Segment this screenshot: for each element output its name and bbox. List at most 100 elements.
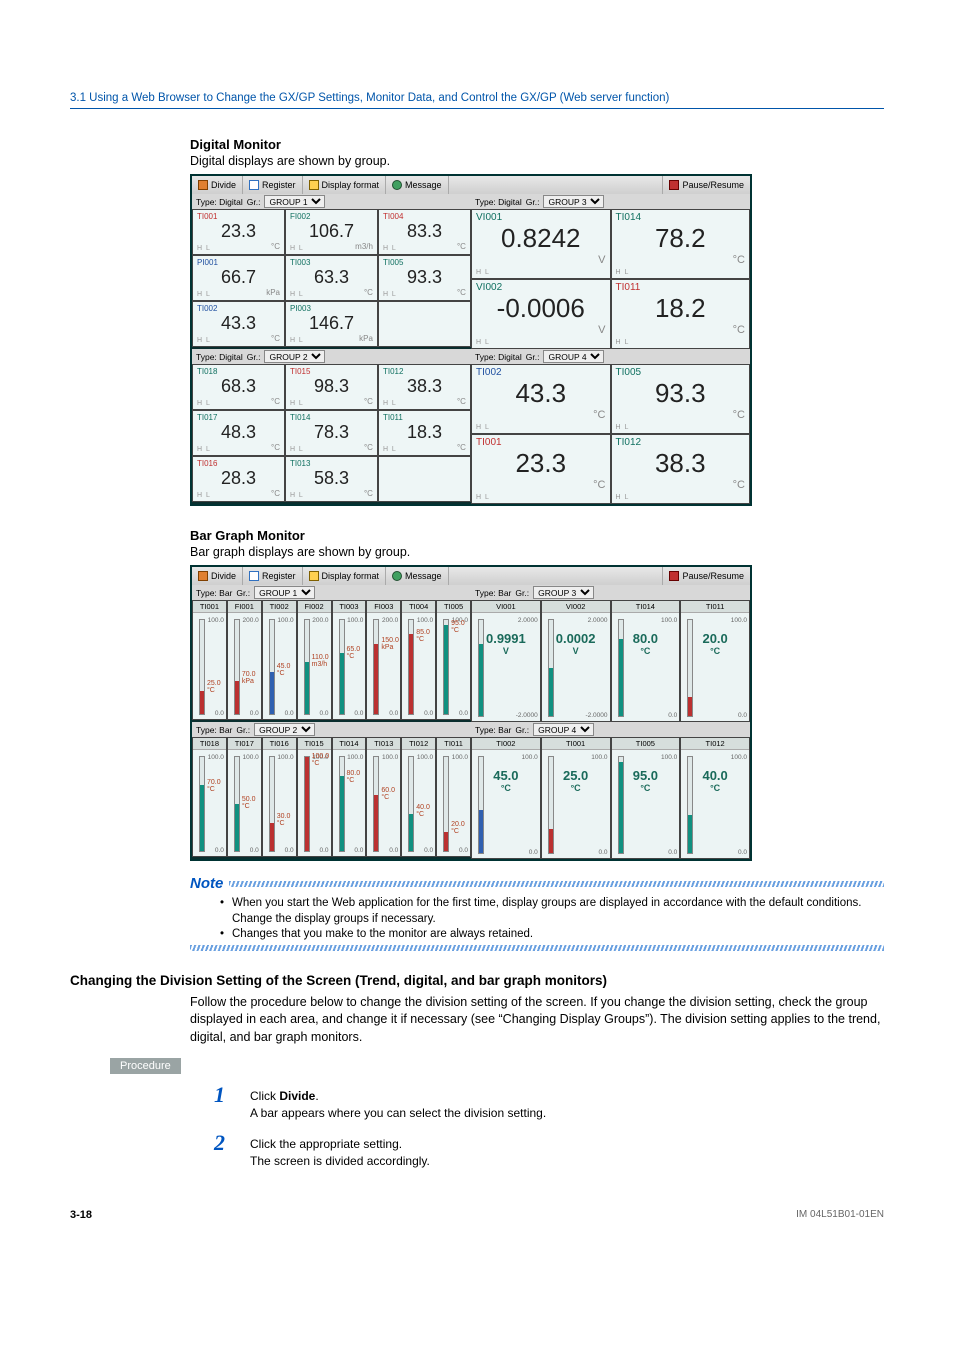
channel-value: 83.3 — [383, 221, 466, 242]
channel-tag: TI018 — [197, 367, 280, 376]
bar-column: TI005 100.0 0.0 95.0°C — [611, 737, 681, 859]
pause-resume-button[interactable]: Pause/Resume — [662, 176, 750, 194]
divide-button[interactable]: Divide — [192, 567, 243, 585]
scale-bot: 0.0 — [285, 710, 294, 717]
bar-track — [269, 756, 275, 852]
pause-resume-button[interactable]: Pause/Resume — [662, 567, 750, 585]
group-select[interactable]: GROUP 4 — [543, 350, 604, 363]
bar-value: 40.0°C — [681, 768, 749, 793]
scale-bot: 0.0 — [215, 847, 224, 854]
bar-fill — [688, 697, 692, 716]
bar-channel-name: FI003 — [367, 601, 400, 613]
bar-column: TI017 100.0 0.0 50.0°C — [227, 737, 262, 857]
channel-value: 48.3 — [197, 422, 280, 443]
bar-channel-name: TI012 — [681, 738, 749, 750]
divide-button[interactable]: Divide — [192, 176, 243, 194]
hl-indicator: H L — [383, 446, 396, 453]
channel-tag: VI001 — [476, 212, 606, 223]
channel-value: 66.7 — [197, 267, 280, 288]
digital-cell: TI004 83.3 H L °C — [378, 209, 471, 255]
channel-value: 43.3 — [197, 313, 280, 334]
bar-fill — [549, 829, 553, 853]
message-button[interactable]: Message — [386, 176, 449, 194]
bar-track — [304, 619, 310, 715]
divide-label: Divide — [211, 180, 236, 190]
bar-value-label: 60.0°C — [381, 787, 395, 801]
bar-column: VI002 2.0000 -2.0000 0.0002V — [541, 600, 611, 722]
channel-tag: TI001 — [476, 437, 606, 448]
message-button[interactable]: Message — [386, 567, 449, 585]
gr-label: Gr.: — [515, 588, 529, 598]
bar-value: 0.0002V — [542, 631, 610, 656]
display-format-button[interactable]: Display format — [303, 567, 387, 585]
scale-bot: 0.0 — [354, 710, 363, 717]
divide-label: Divide — [211, 571, 236, 581]
hl-indicator: H L — [383, 245, 396, 252]
bar-column: TI016 100.0 0.0 30.0°C — [262, 737, 297, 857]
group-select[interactable]: GROUP 3 — [543, 195, 604, 208]
bar-track — [339, 619, 345, 715]
bar-fill — [549, 668, 553, 716]
channel-value: 18.3 — [383, 422, 466, 443]
bar-channel-name: TI011 — [437, 738, 470, 750]
hl-indicator: H L — [383, 400, 396, 407]
channel-value: 23.3 — [476, 448, 606, 479]
bar-fill — [235, 804, 239, 851]
scale-bot: 0.0 — [598, 849, 607, 856]
channel-tag: TI005 — [383, 258, 466, 267]
scale-top: 100.0 — [731, 617, 747, 624]
bar-fill — [305, 757, 309, 851]
step-number: 2 — [214, 1132, 234, 1170]
hl-indicator: H L — [197, 245, 210, 252]
type-label: Type: Digital — [196, 352, 243, 362]
gr-label: Gr.: — [247, 197, 261, 207]
digital-cell: TI018 68.3 H L °C — [192, 364, 285, 410]
changing-para: Follow the procedure below to change the… — [190, 994, 884, 1047]
bar-channel-name: TI012 — [402, 738, 435, 750]
bar-value-label: 70.0°C — [207, 779, 221, 793]
type-label: Type: Bar — [475, 588, 511, 598]
digital-cell: PI003 146.7 H L kPa — [285, 301, 378, 347]
bar-track — [304, 756, 310, 852]
scale-top: 200.0 — [312, 617, 328, 624]
group-select[interactable]: GROUP 2 — [254, 723, 315, 736]
bar-fill — [374, 644, 378, 715]
hl-indicator: H L — [476, 339, 489, 346]
scale-top: 200.0 — [382, 617, 398, 624]
group-select[interactable]: GROUP 3 — [533, 586, 594, 599]
bar-channel-name: TI005 — [437, 601, 470, 613]
bar-track — [443, 756, 449, 852]
bar-value: 0.9991V — [472, 631, 540, 656]
group-select[interactable]: GROUP 1 — [254, 586, 315, 599]
pause-label: Pause/Resume — [682, 180, 744, 190]
channel-value: 146.7 — [290, 313, 373, 334]
group-select[interactable]: GROUP 4 — [533, 723, 594, 736]
display-format-icon — [309, 571, 319, 581]
gr-label: Gr.: — [515, 725, 529, 735]
group-select[interactable]: GROUP 1 — [264, 195, 325, 208]
bar-channel-name: TI002 — [472, 738, 540, 750]
divide-icon — [198, 180, 208, 190]
bar-track — [373, 619, 379, 715]
doc-number: IM 04L51B01-01EN — [796, 1209, 884, 1221]
hl-indicator: H L — [197, 400, 210, 407]
scale-bot: 0.0 — [668, 849, 677, 856]
bar-column: TI011 100.0 0.0 20.0°C — [680, 600, 750, 722]
register-button[interactable]: Register — [243, 176, 303, 194]
bar-channel-name: TI003 — [333, 601, 366, 613]
bar-value-label: 30.0°C — [277, 813, 291, 827]
digital-cell: TI016 28.3 H L °C — [192, 456, 285, 502]
bar-track — [199, 619, 205, 715]
scale-top: 100.0 — [661, 754, 677, 761]
channel-value: 93.3 — [616, 378, 746, 409]
group-select[interactable]: GROUP 2 — [264, 350, 325, 363]
channel-tag: TI013 — [290, 459, 373, 468]
digital-cell: VI002 -0.0006 H L V — [471, 279, 611, 349]
type-label: Type: Bar — [196, 588, 232, 598]
display-format-button[interactable]: Display format — [303, 176, 387, 194]
bar-channel-name: VI002 — [542, 601, 610, 613]
scale-top: 100.0 — [208, 617, 224, 624]
register-icon — [249, 180, 259, 190]
register-button[interactable]: Register — [243, 567, 303, 585]
note-title: Note — [190, 875, 223, 892]
